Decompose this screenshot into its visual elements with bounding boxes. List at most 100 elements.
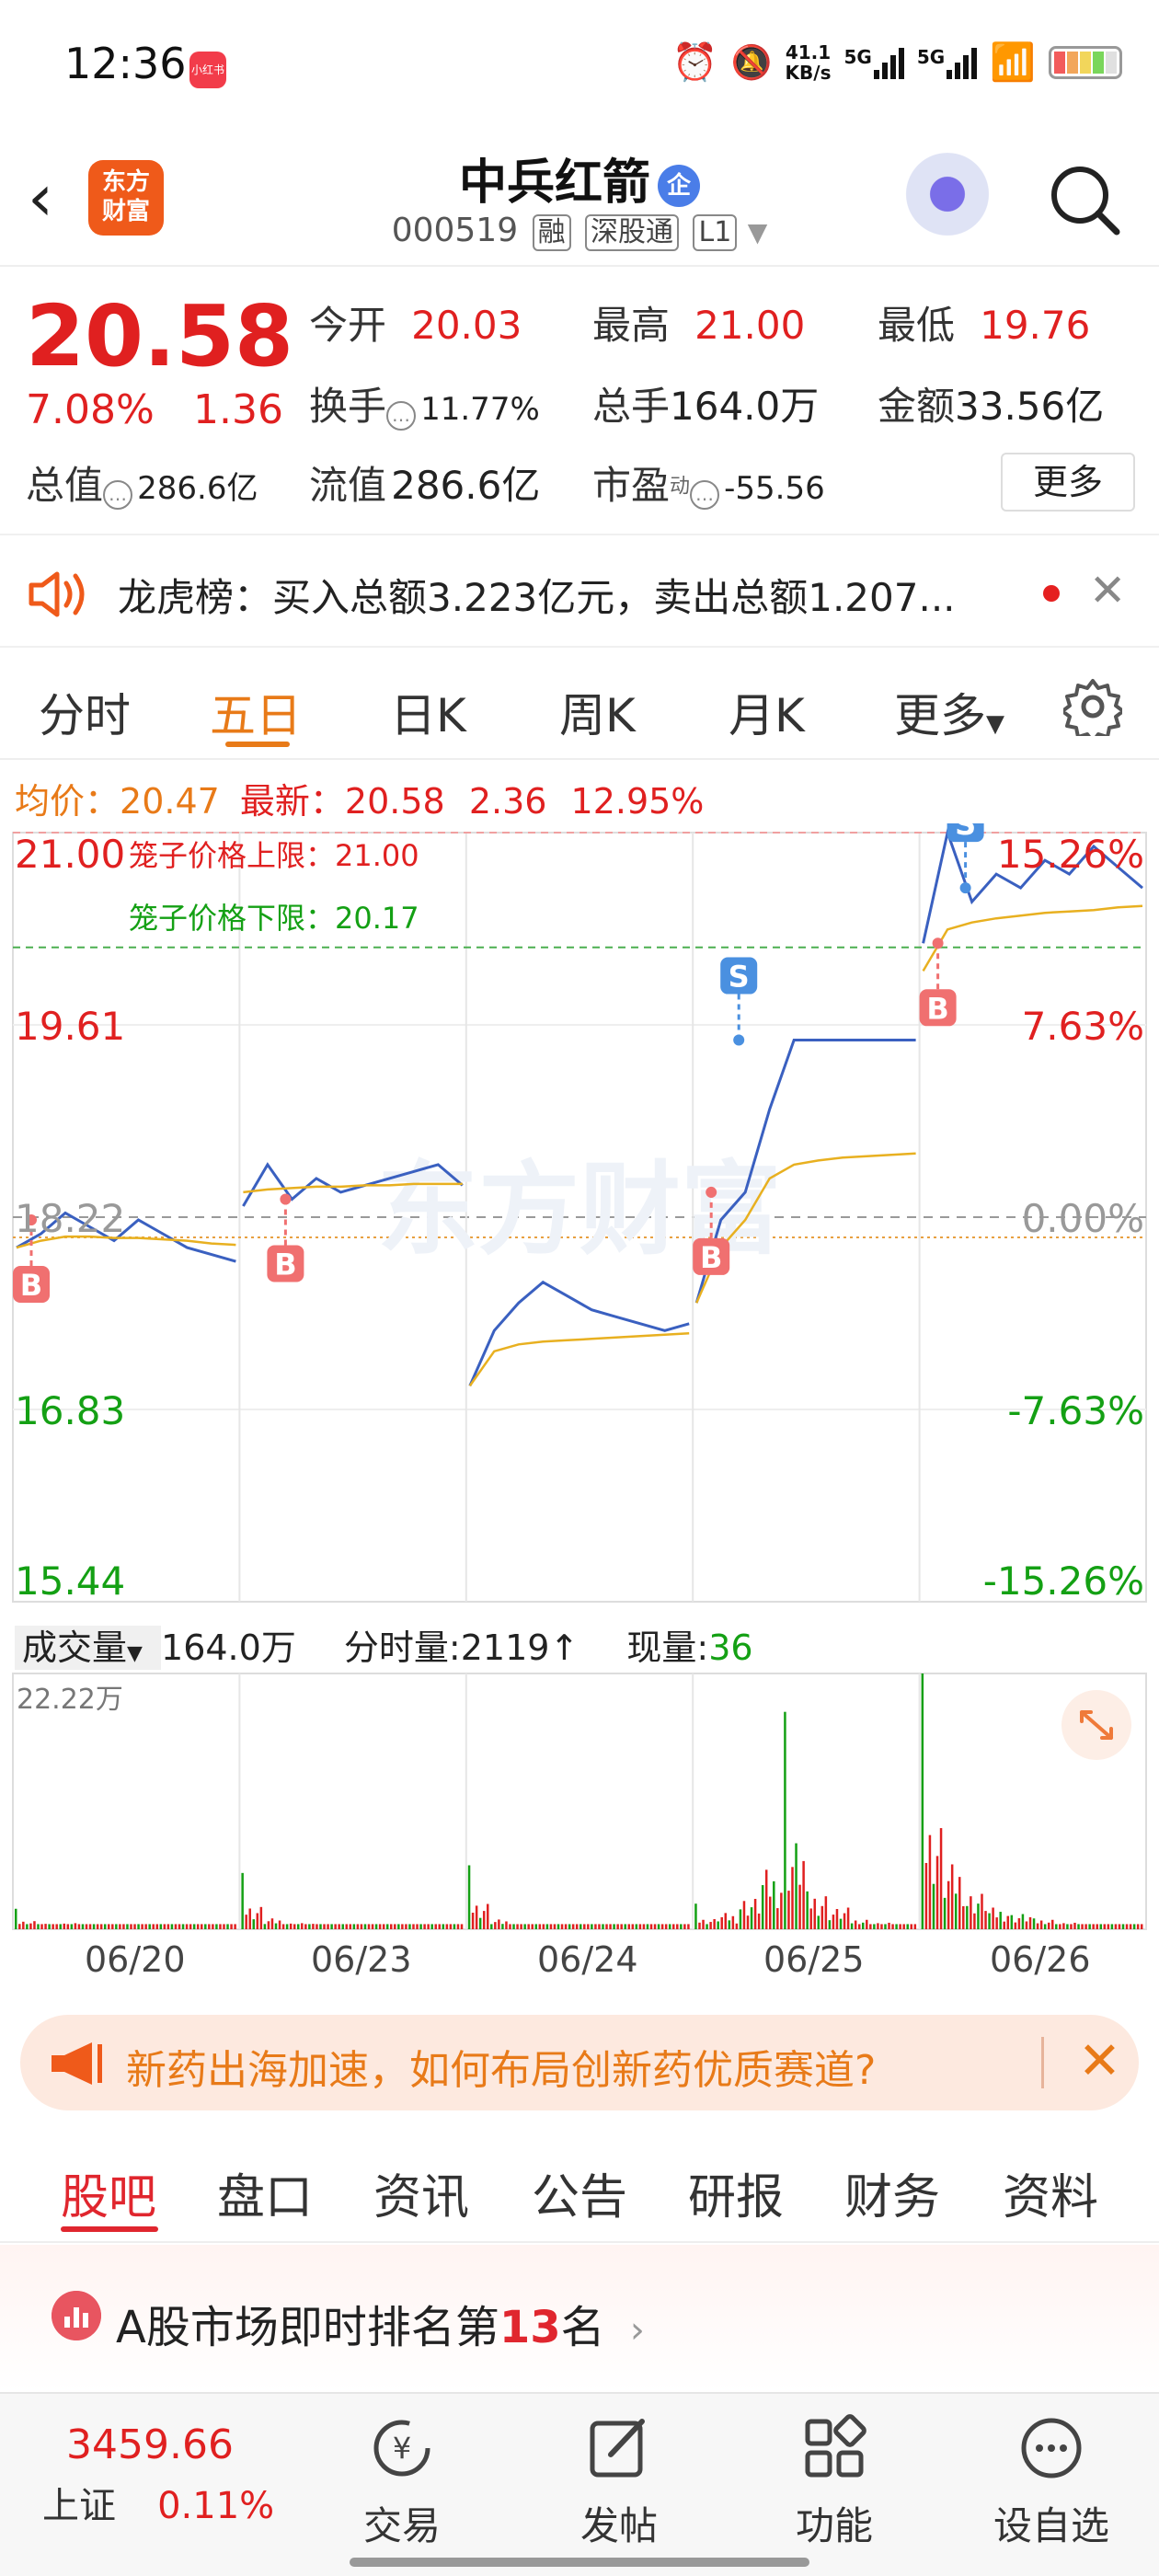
mute-icon: 🔕 — [730, 43, 773, 82]
tab-finance[interactable]: 财务 — [844, 2158, 940, 2227]
lower-limit-label: 笼子价格下限：20.17 — [129, 901, 419, 936]
volume-bar — [1099, 1924, 1103, 1929]
volume-bar — [230, 1924, 233, 1929]
close-icon[interactable]: ✕ — [1089, 565, 1126, 616]
up-arrow-icon: ↑ — [549, 1627, 580, 1668]
volume-bar — [259, 1906, 263, 1929]
volume-bar — [478, 1917, 482, 1929]
volume-selector[interactable]: 成交量▼ — [15, 1626, 162, 1670]
volume-bar — [1114, 1924, 1118, 1929]
search-icon[interactable] — [1047, 162, 1122, 237]
dropdown-triangle-icon[interactable]: ▼ — [748, 217, 768, 247]
volume-bar — [385, 1924, 389, 1929]
tab-intraday[interactable]: 分时 — [39, 679, 131, 745]
info-icon[interactable]: … — [386, 400, 417, 431]
ai-assistant-icon[interactable] — [901, 153, 993, 245]
volume-bar — [181, 1924, 185, 1929]
tab-research[interactable]: 研报 — [688, 2158, 784, 2227]
more-button[interactable]: 更多 — [1001, 453, 1135, 512]
volume-bar — [977, 1903, 980, 1929]
info-icon[interactable]: … — [103, 479, 133, 510]
notice-text[interactable]: 龙虎榜：买入总额3.223亿元，卖出总额1.207... — [118, 567, 1019, 623]
price-chart[interactable]: 东方财富BB BSBS21.0019.6118.2216.8315.4415.26… — [0, 823, 1159, 1615]
quote-panel: 20.58 7.08% 1.36 今开 20.03 最高 21.00 最低 19… — [0, 269, 1159, 535]
volume-bar — [999, 1912, 1002, 1929]
nav-trade[interactable]: ¥ 交易 — [333, 2412, 471, 2551]
volume-bar — [616, 1924, 619, 1929]
notice-bar[interactable]: 龙虎榜：买入总额3.223亿元，卖出总额1.207... ✕ — [0, 537, 1159, 648]
ad-banner[interactable]: 新药出海加速，如何布局创新药优质赛道? ✕ — [20, 2015, 1139, 2110]
volume-bar — [108, 1924, 110, 1929]
index-ticker[interactable]: 3459.66 上证 0.11% — [42, 2421, 274, 2529]
volume-bar — [1107, 1924, 1110, 1929]
tab-more[interactable]: 更多▼ — [894, 679, 1004, 745]
volume-bar — [208, 1924, 211, 1929]
volume-bar — [323, 1924, 326, 1929]
volume-bar — [950, 1864, 954, 1929]
volume-bar — [341, 1924, 344, 1929]
volume-bar — [557, 1924, 560, 1929]
tab-monthly-k[interactable]: 月K — [729, 679, 805, 745]
volume-bar — [345, 1924, 349, 1929]
volume-bar — [460, 1924, 464, 1929]
tab-five-day[interactable]: 五日 — [210, 679, 302, 745]
tab-guba[interactable]: 股吧 — [61, 2158, 156, 2227]
volume-bar — [133, 1924, 136, 1929]
nav-post[interactable]: 发帖 — [550, 2412, 688, 2551]
volume-bar — [74, 1923, 77, 1929]
volume-bar — [857, 1924, 861, 1929]
volume-bar — [263, 1924, 267, 1929]
volume-bar — [828, 1920, 832, 1929]
tab-announcements[interactable]: 公告 — [532, 2158, 627, 2227]
volume-bar — [635, 1924, 638, 1929]
volume-bar — [746, 1915, 750, 1929]
tab-profile[interactable]: 资料 — [1003, 2158, 1098, 2227]
volume-bar — [482, 1911, 486, 1929]
turnover-field[interactable]: 换手… 11.77% — [309, 375, 540, 431]
tab-daily-k[interactable]: 日K — [390, 679, 466, 745]
volume-bar — [289, 1923, 293, 1929]
volume-bar — [178, 1924, 181, 1929]
volume-bar — [683, 1924, 686, 1929]
y-tick-right: -7.63% — [1007, 1388, 1144, 1433]
volume-bar — [174, 1924, 178, 1929]
volume-bar — [445, 1924, 449, 1929]
nav-add-watchlist[interactable]: 设自选 — [982, 2412, 1120, 2551]
volume-bar — [1103, 1924, 1107, 1929]
y-tick-left: 16.83 — [15, 1388, 125, 1433]
volume-bar — [1066, 1924, 1069, 1929]
app-notification-icon: 小红书 — [189, 52, 226, 88]
info-icon[interactable]: … — [690, 479, 720, 510]
volume-bar — [928, 1834, 932, 1929]
volume-bar — [33, 1921, 36, 1929]
volume-bar — [753, 1899, 757, 1929]
pe-field[interactable]: 市盈动… -55.56 — [592, 454, 825, 511]
tab-weekly-k[interactable]: 周K — [559, 679, 636, 745]
volume-bar — [1125, 1924, 1129, 1929]
volume-bar — [430, 1924, 433, 1929]
volume-bar — [835, 1909, 839, 1929]
gear-icon[interactable] — [1063, 677, 1122, 736]
rank-text[interactable]: A股市场即时排名第13名 › — [116, 2291, 645, 2355]
volume-bar — [408, 1924, 411, 1929]
close-icon[interactable]: ✕ — [1078, 2031, 1121, 2091]
volume-bar — [769, 1896, 772, 1929]
volume-bar — [694, 1903, 697, 1929]
volume-bar — [122, 1924, 125, 1929]
volume-bar — [832, 1915, 835, 1929]
volume-bar — [192, 1924, 196, 1929]
volume-bar — [40, 1924, 43, 1929]
volume-chart[interactable]: 22.22万 — [0, 1670, 1159, 1937]
rank-card[interactable]: A股市场即时排名第13名 › — [0, 2245, 1159, 2392]
edit-icon — [590, 2419, 645, 2478]
y-tick-left: 19.61 — [15, 1004, 125, 1049]
mktcap-field[interactable]: 总值… 286.6亿 — [26, 454, 258, 511]
volume-bar — [352, 1924, 356, 1929]
volume-bar — [66, 1924, 70, 1929]
volume-bar — [587, 1924, 590, 1929]
volume-bar — [534, 1924, 538, 1929]
nav-functions[interactable]: 功能 — [765, 2412, 903, 2551]
tab-news[interactable]: 资讯 — [373, 2158, 469, 2227]
ad-text[interactable]: 新药出海加速，如何布局创新药优质赛道? — [126, 2037, 876, 2096]
tab-orderbook[interactable]: 盘口 — [217, 2158, 313, 2227]
